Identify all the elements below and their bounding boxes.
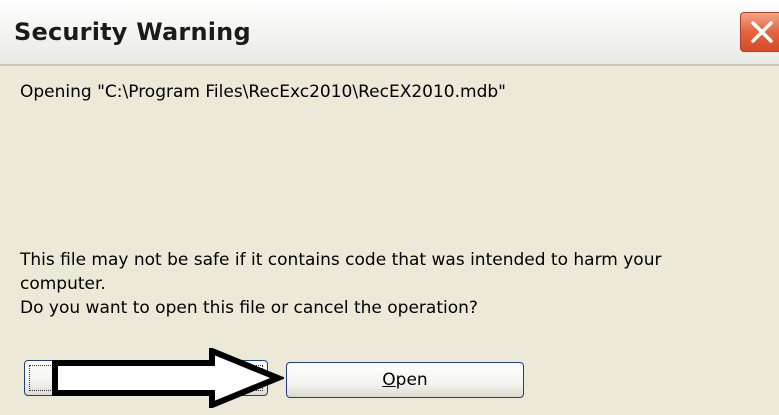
question-line: Do you want to open this file or cancel … [20,298,478,318]
open-label-rest: pen [395,370,428,390]
close-button[interactable] [740,12,779,52]
opening-file-path: Opening "C:\Program Files\RecExc2010\Rec… [20,82,506,102]
title-bar: Security Warning [0,0,779,66]
warning-line-2: computer. [20,274,106,294]
warning-line-1: This file may not be safe if it contains… [20,250,662,270]
window-title: Security Warning [14,18,251,46]
security-warning-dialog: Security Warning Opening "C:\Program Fil… [0,0,779,415]
open-button[interactable]: Open [286,362,524,398]
right-arrow-icon [52,348,284,408]
warning-message: This file may not be safe if it contains… [20,248,760,320]
open-mnemonic: O [382,370,396,390]
close-icon [751,21,773,43]
